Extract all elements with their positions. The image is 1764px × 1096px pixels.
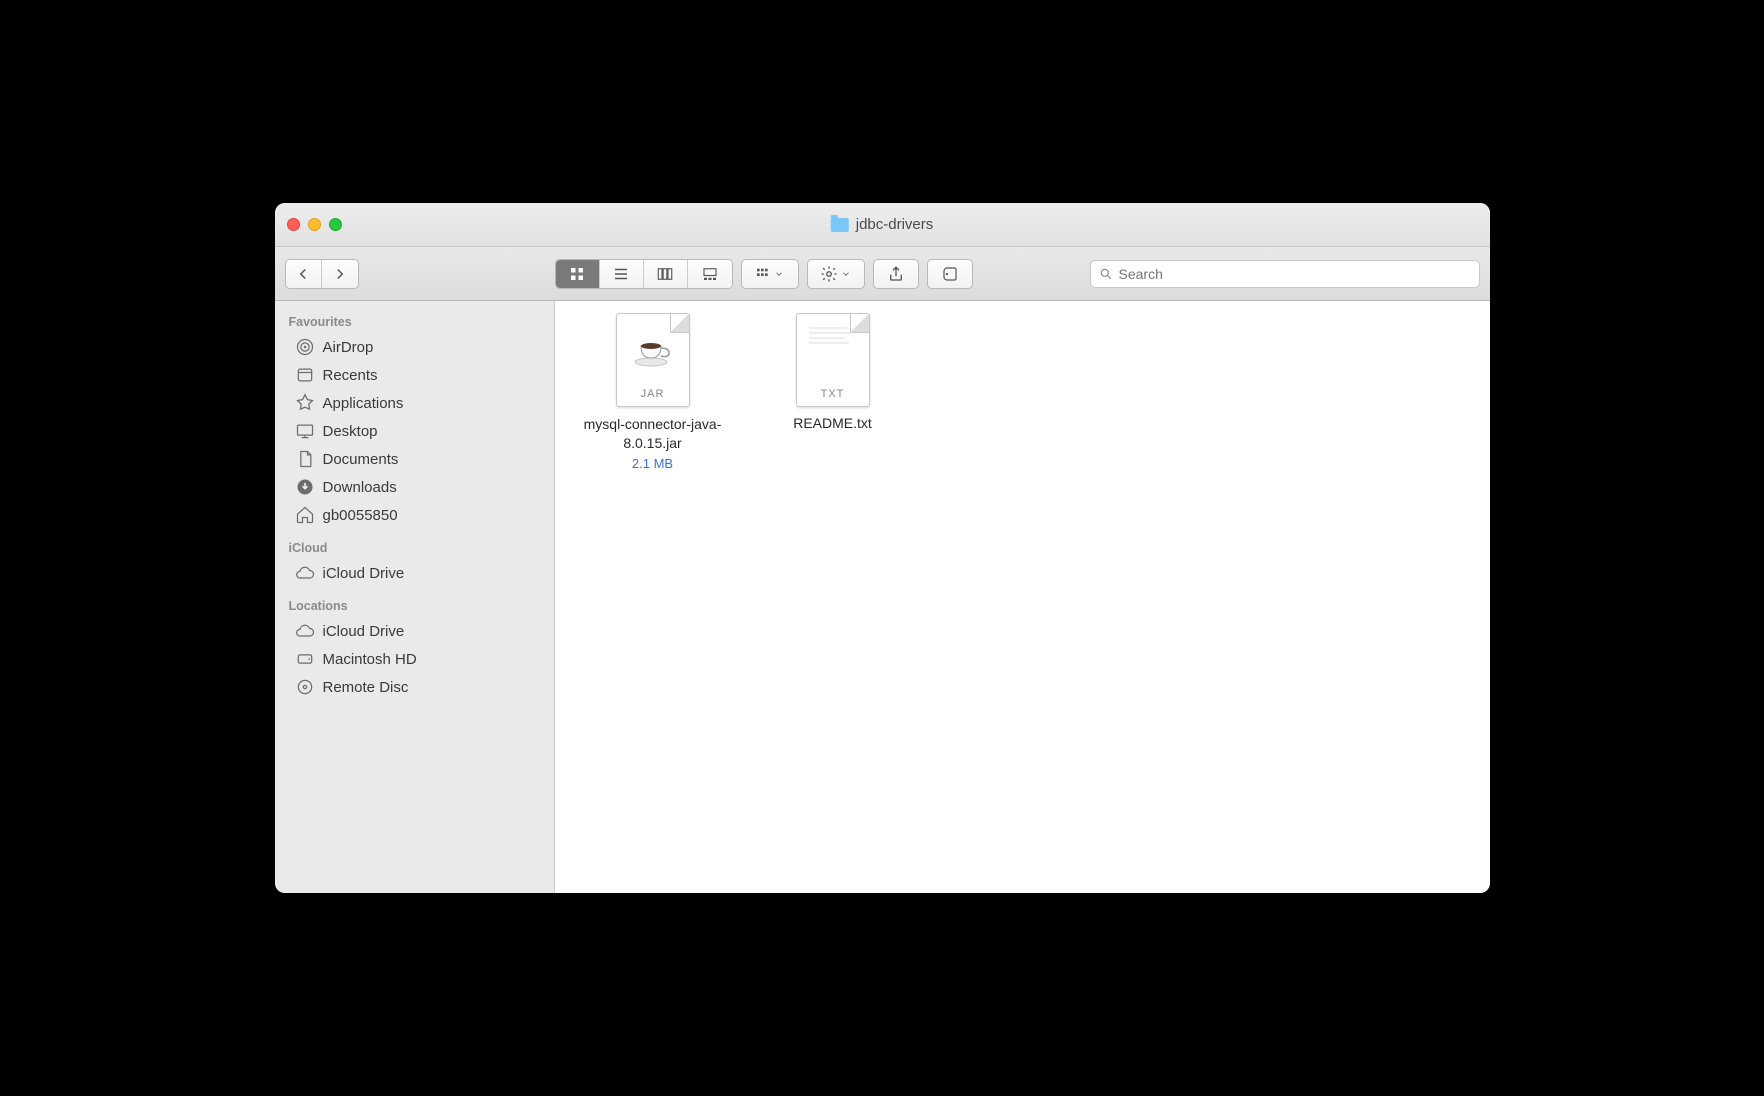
sidebar-item-label: Remote Disc	[323, 679, 409, 696]
desktop-icon	[295, 421, 315, 441]
back-button[interactable]	[286, 260, 322, 288]
list-icon	[612, 265, 630, 283]
sidebar-item-label: Applications	[323, 395, 404, 412]
sidebar-heading-locations: Locations	[275, 593, 554, 617]
sidebar[interactable]: Favourites AirDrop Recents Applications …	[275, 301, 555, 893]
sidebar-item-label: iCloud Drive	[323, 565, 405, 582]
group-by-button[interactable]	[742, 260, 798, 288]
file-name: README.txt	[793, 415, 872, 431]
sidebar-item-label: Downloads	[323, 479, 397, 496]
file-extension: TXT	[797, 388, 869, 400]
nav-buttons	[285, 259, 359, 289]
action-button[interactable]	[808, 260, 864, 288]
airdrop-icon	[295, 337, 315, 357]
sidebar-heading-icloud: iCloud	[275, 535, 554, 559]
sidebar-item-macintosh-hd[interactable]: Macintosh HD	[275, 645, 554, 673]
tags-button[interactable]	[928, 260, 972, 288]
documents-icon	[295, 449, 315, 469]
file-icon: TXT	[796, 313, 870, 407]
sidebar-item-documents[interactable]: Documents	[275, 445, 554, 473]
gear-icon	[820, 265, 838, 283]
search-box[interactable]	[1090, 260, 1480, 288]
list-view-button[interactable]	[600, 260, 644, 288]
sidebar-item-recents[interactable]: Recents	[275, 361, 554, 389]
share-group	[873, 259, 919, 289]
recents-icon	[295, 365, 315, 385]
sidebar-item-label: AirDrop	[323, 339, 374, 356]
zoom-button[interactable]	[329, 218, 342, 231]
share-icon	[887, 265, 905, 283]
sidebar-item-icloud-drive[interactable]: iCloud Drive	[275, 559, 554, 587]
action-group	[807, 259, 865, 289]
cloud-icon	[295, 563, 315, 583]
window-controls	[275, 218, 342, 231]
sidebar-item-label: Desktop	[323, 423, 378, 440]
minimize-button[interactable]	[308, 218, 321, 231]
sidebar-item-home[interactable]: gb0055850	[275, 501, 554, 529]
content-pane[interactable]: JAR mysql-connector-java-8.0.15.jar 2.1 …	[555, 301, 1490, 893]
forward-button[interactable]	[322, 260, 358, 288]
disc-icon	[295, 677, 315, 697]
java-cup-icon	[633, 334, 673, 368]
sidebar-item-label: iCloud Drive	[323, 623, 405, 640]
toolbar	[275, 247, 1490, 301]
sidebar-item-label: Recents	[323, 367, 378, 384]
disk-icon	[295, 649, 315, 669]
text-lines-icon	[807, 324, 857, 364]
chevron-down-icon	[774, 265, 784, 283]
applications-icon	[295, 393, 315, 413]
chevron-down-icon	[841, 265, 851, 283]
group-by-group	[741, 259, 799, 289]
sidebar-item-airdrop[interactable]: AirDrop	[275, 333, 554, 361]
icon-view-button[interactable]	[556, 260, 600, 288]
sidebar-item-applications[interactable]: Applications	[275, 389, 554, 417]
tag-icon	[941, 265, 959, 283]
downloads-icon	[295, 477, 315, 497]
chevron-right-icon	[331, 265, 349, 283]
sidebar-item-label: Documents	[323, 451, 399, 468]
cloud-icon	[295, 621, 315, 641]
gallery-view-button[interactable]	[688, 260, 732, 288]
sidebar-item-desktop[interactable]: Desktop	[275, 417, 554, 445]
finder-window: jdbc-drivers	[275, 203, 1490, 893]
sidebar-item-label: gb0055850	[323, 507, 398, 524]
file-size: 2.1 MB	[632, 456, 673, 471]
file-name: mysql-connector-java-8.0.15.jar	[573, 415, 733, 453]
sidebar-item-label: Macintosh HD	[323, 651, 417, 668]
sidebar-item-icloud-drive-2[interactable]: iCloud Drive	[275, 617, 554, 645]
grid-icon	[568, 265, 586, 283]
view-mode-group	[555, 259, 733, 289]
file-icon: JAR	[616, 313, 690, 407]
search-input[interactable]	[1119, 266, 1471, 282]
columns-icon	[656, 265, 674, 283]
file-item-jar[interactable]: JAR mysql-connector-java-8.0.15.jar 2.1 …	[573, 313, 733, 471]
home-icon	[295, 505, 315, 525]
share-button[interactable]	[874, 260, 918, 288]
file-extension: JAR	[617, 388, 689, 400]
window-title: jdbc-drivers	[831, 216, 934, 233]
group-icon	[755, 265, 771, 283]
window-title-text: jdbc-drivers	[856, 216, 934, 233]
tags-group	[927, 259, 973, 289]
titlebar: jdbc-drivers	[275, 203, 1490, 247]
sidebar-item-downloads[interactable]: Downloads	[275, 473, 554, 501]
search-icon	[1099, 267, 1113, 281]
sidebar-item-remote-disc[interactable]: Remote Disc	[275, 673, 554, 701]
close-button[interactable]	[287, 218, 300, 231]
column-view-button[interactable]	[644, 260, 688, 288]
file-item-txt[interactable]: TXT README.txt	[753, 313, 913, 431]
folder-icon	[831, 218, 849, 232]
chevron-left-icon	[294, 265, 312, 283]
gallery-icon	[701, 265, 719, 283]
sidebar-heading-favourites: Favourites	[275, 309, 554, 333]
